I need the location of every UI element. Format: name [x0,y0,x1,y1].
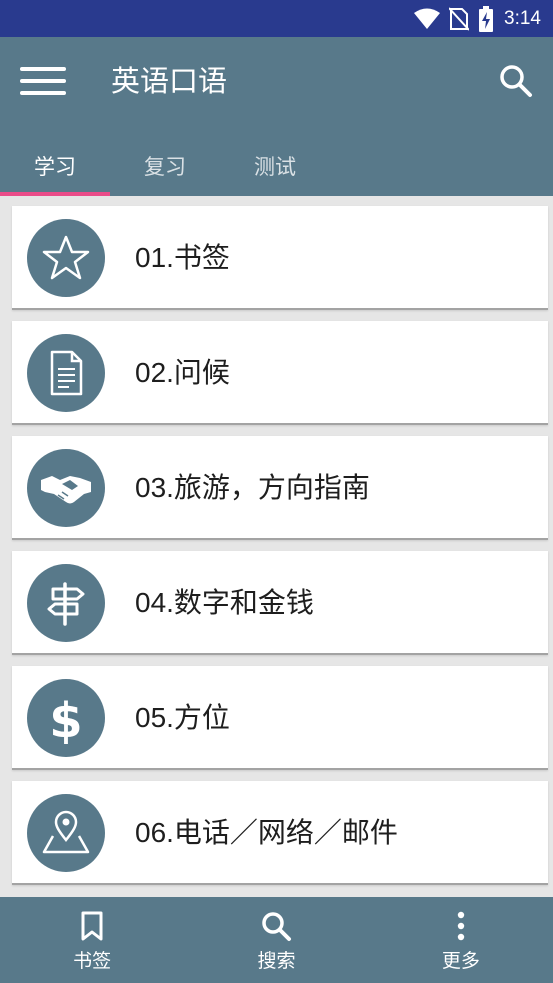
lesson-icon-badge [27,219,105,297]
menu-button[interactable] [20,63,66,99]
handshake-icon [41,476,91,504]
dollar-icon: $ [49,693,82,744]
lesson-item-04[interactable]: 04.数字和金钱 [12,551,548,655]
lesson-item-03[interactable]: 03.旅游，方向指南 [12,436,548,540]
bottom-navigation: 书签 搜索 更多 [0,897,553,983]
tab-study[interactable]: 学习 [0,136,110,196]
nav-bookmarks[interactable]: 书签 [0,897,184,983]
search-button[interactable] [497,62,535,100]
tab-review[interactable]: 复习 [110,136,220,196]
lesson-item-01[interactable]: 01.书签 [12,206,548,310]
lesson-icon-badge [27,564,105,642]
lesson-label: 04.数字和金钱 [135,587,314,618]
nav-label: 更多 [441,949,480,972]
bookmark-icon [80,908,104,944]
signpost-icon [47,582,85,626]
no-sim-icon [449,6,470,31]
hamburger-menu-icon [20,67,66,95]
nav-label: 书签 [73,949,112,972]
nav-more[interactable]: 更多 [369,897,553,983]
lesson-item-06[interactable]: 06.电话／网络／邮件 [12,781,548,885]
lesson-item-02[interactable]: 02.问候 [12,321,548,425]
search-icon [500,65,532,97]
lesson-item-05[interactable]: $ 05.方位 [12,666,548,770]
star-icon [42,235,90,280]
battery-charging-icon [478,5,494,32]
lesson-label: 03.旅游，方向指南 [135,472,370,503]
lesson-icon-badge [27,334,105,412]
search-icon [260,908,292,944]
nav-search[interactable]: 搜索 [184,897,368,983]
app-bar: 英语口语 学习 复习 测试 [0,37,553,196]
page-title: 英语口语 [111,64,228,98]
tab-bar: 学习 复习 测试 [0,136,553,196]
status-time: 3:14 [504,7,541,29]
lesson-label: 02.问候 [135,357,230,388]
svg-text:$: $ [49,693,82,744]
more-vertical-icon [456,908,466,944]
nav-label: 搜索 [257,949,296,972]
lesson-label: 06.电话／网络／邮件 [135,817,398,848]
lesson-label: 05.方位 [135,702,230,733]
status-bar: 3:14 [0,0,553,37]
lesson-icon-badge [27,794,105,872]
map-pin-icon [42,810,90,854]
lesson-label: 01.书签 [135,242,230,273]
lesson-list: 01.书签 02.问候 03.旅游，方向指南 04.数字和金钱 $ 05.方位 … [0,196,553,897]
lesson-icon-badge: $ [27,679,105,757]
tab-test[interactable]: 测试 [220,136,330,196]
document-icon [50,350,83,396]
lesson-icon-badge [27,449,105,527]
wifi-icon [414,8,441,30]
